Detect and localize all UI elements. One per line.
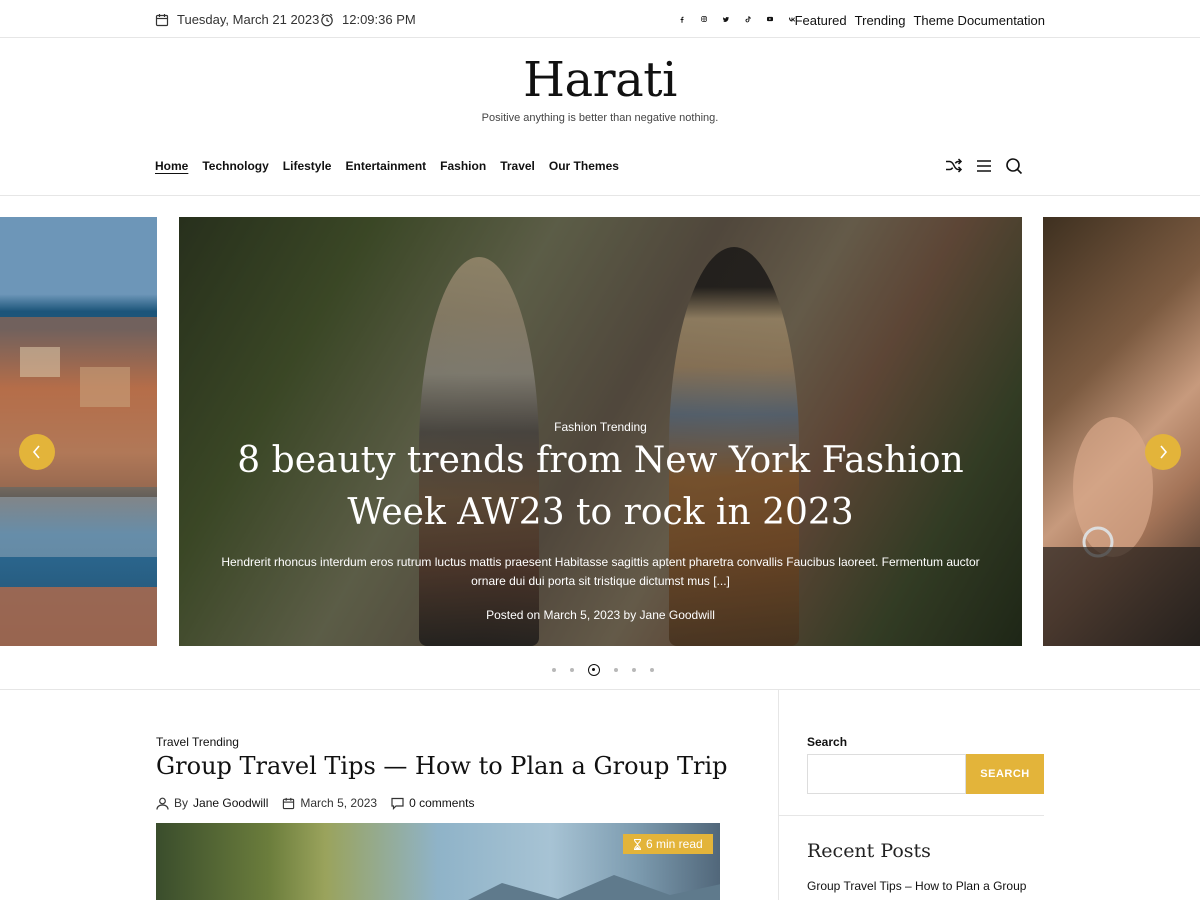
slide-active[interactable]: Fashion Trending 8 beauty trends from Ne… xyxy=(179,217,1022,646)
slider-dot[interactable] xyxy=(552,668,556,672)
sidebar-separator xyxy=(779,815,1044,816)
header-divider xyxy=(0,195,1200,196)
section-divider xyxy=(0,689,1200,690)
user-icon xyxy=(156,797,169,810)
nav-item-entertainment[interactable]: Entertainment xyxy=(345,159,426,173)
slider-pagination xyxy=(552,664,654,676)
slider-dot-active[interactable] xyxy=(588,664,600,676)
slide-category[interactable]: Fashion Trending xyxy=(179,420,1022,434)
nav-item-home[interactable]: Home xyxy=(155,159,188,173)
slide-next-image[interactable] xyxy=(1043,217,1200,646)
slider-dot[interactable] xyxy=(614,668,618,672)
slider-dot[interactable] xyxy=(632,668,636,672)
top-link-theme-documentation[interactable]: Theme Documentation xyxy=(913,13,1045,28)
site-tagline: Positive anything is better than negativ… xyxy=(481,112,719,124)
search-label: Search xyxy=(807,735,848,749)
slide-excerpt: Hendrerit rhoncus interdum eros rutrum l… xyxy=(221,555,980,588)
facebook-icon[interactable] xyxy=(679,12,693,26)
harbor-town-image xyxy=(0,317,157,646)
search-icon[interactable] xyxy=(1005,157,1023,175)
date-display: Tuesday, March 21 2023 xyxy=(155,12,319,27)
primary-nav: Home Technology Lifestyle Entertainment … xyxy=(155,159,619,173)
social-links xyxy=(679,12,803,26)
post-meta: By Jane Goodwill March 5, 2023 0 comment… xyxy=(156,796,474,810)
top-link-featured[interactable]: Featured xyxy=(795,13,847,28)
slider-dot[interactable] xyxy=(570,668,574,672)
site-title[interactable]: Harati xyxy=(0,52,1200,108)
nav-icons xyxy=(945,157,1023,175)
post-comments-count[interactable]: 0 comments xyxy=(409,796,474,810)
chevron-right-icon xyxy=(1160,445,1168,459)
post-author-name[interactable]: Jane Goodwill xyxy=(193,796,268,810)
post-comments: 0 comments xyxy=(391,796,474,810)
comment-icon xyxy=(391,797,404,810)
nav-item-fashion[interactable]: Fashion xyxy=(440,159,486,173)
instagram-icon[interactable] xyxy=(701,12,715,26)
post-category[interactable]: Travel Trending xyxy=(156,735,239,749)
time-text: 12:09:36 PM xyxy=(342,12,416,27)
nav-item-travel[interactable]: Travel xyxy=(500,159,535,173)
slide-previous-image[interactable] xyxy=(0,217,157,646)
sidebar-divider xyxy=(778,689,779,900)
tiktok-icon[interactable] xyxy=(745,12,759,26)
search-input[interactable] xyxy=(807,754,966,794)
shuffle-icon[interactable] xyxy=(945,157,963,175)
slide-title[interactable]: 8 beauty trends from New York Fashion We… xyxy=(179,435,1022,539)
calendar-icon xyxy=(283,797,295,809)
post-by-label: By xyxy=(174,796,189,810)
twitter-icon[interactable] xyxy=(723,12,737,26)
top-link-trending[interactable]: Trending xyxy=(855,13,906,28)
post-author: By Jane Goodwill xyxy=(156,796,268,810)
calendar-icon xyxy=(155,13,169,26)
nav-item-technology[interactable]: Technology xyxy=(202,159,268,173)
post-date-text[interactable]: March 5, 2023 xyxy=(300,796,377,810)
portrait-image xyxy=(1043,417,1200,646)
read-time-text: 6 min read xyxy=(646,837,703,851)
recent-posts-heading: Recent Posts xyxy=(807,840,931,862)
youtube-icon[interactable] xyxy=(767,12,781,26)
time-display: 12:09:36 PM xyxy=(320,12,416,27)
top-bar: Tuesday, March 21 2023 12:09:36 PM Featu… xyxy=(0,0,1200,38)
read-time-badge: 6 min read xyxy=(623,834,713,854)
chevron-left-icon xyxy=(32,445,40,459)
top-links: Featured Trending Theme Documentation xyxy=(795,13,1045,28)
nav-item-our-themes[interactable]: Our Themes xyxy=(549,159,619,173)
recent-post-item[interactable]: Group Travel Tips – How to Plan a Group xyxy=(807,879,1026,893)
hourglass-icon xyxy=(634,838,641,850)
slider-prev-button[interactable] xyxy=(19,434,55,470)
slider-next-button[interactable] xyxy=(1145,434,1181,470)
date-text: Tuesday, March 21 2023 xyxy=(177,12,320,27)
post-date: March 5, 2023 xyxy=(282,796,377,810)
search-button[interactable]: SEARCH xyxy=(966,754,1044,794)
mountain-shape xyxy=(446,875,720,900)
clock-icon xyxy=(321,13,333,26)
slide-meta: Posted on March 5, 2023 by Jane Goodwill xyxy=(486,608,715,622)
nav-item-lifestyle[interactable]: Lifestyle xyxy=(283,159,332,173)
menu-icon[interactable] xyxy=(975,157,993,175)
slider-dot[interactable] xyxy=(650,668,654,672)
post-title[interactable]: Group Travel Tips — How to Plan a Group … xyxy=(156,752,728,780)
site-branding: Harati Positive anything is better than … xyxy=(0,52,1200,124)
